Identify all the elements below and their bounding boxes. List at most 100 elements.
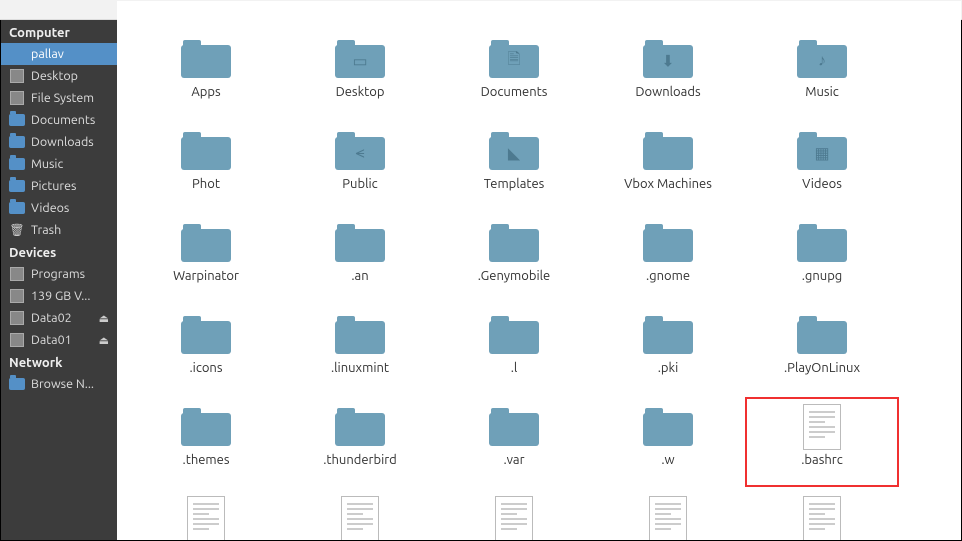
file-item[interactable]: .bashrc (745, 397, 899, 487)
item-label: .linuxmint (331, 361, 389, 375)
folder-item[interactable]: Vbox Machines (591, 121, 745, 211)
folder-item[interactable]: .gnome (591, 213, 745, 303)
file-item[interactable]: .lesshst (591, 489, 745, 540)
item-label: .bashrc (801, 453, 843, 467)
folder-item[interactable]: ◣Templates (437, 121, 591, 211)
item-label: .an (351, 269, 368, 283)
sidebar-item-downloads[interactable]: Downloads (1, 131, 117, 153)
file-item[interactable]: .gtkrc-2.0 (283, 489, 437, 540)
folder-item[interactable]: .var (437, 397, 591, 487)
folder-item[interactable]: .icons (129, 305, 283, 395)
item-label: Phot (192, 177, 220, 191)
sidebar-item-browse-n-[interactable]: Browse N... (1, 373, 117, 395)
folder-item[interactable]: ▦Videos (745, 121, 899, 211)
folder-item[interactable]: Apps (129, 29, 283, 119)
file-icon (488, 497, 540, 540)
sidebar-item-label: pallav (31, 47, 64, 61)
folder-item[interactable]: .PlayOnLinux (745, 305, 899, 395)
folder-item[interactable]: ⪪Public (283, 121, 437, 211)
sidebar-item-programs[interactable]: Programs (1, 263, 117, 285)
eject-icon[interactable]: ⏏ (99, 312, 109, 325)
sidebar-item-label: Trash (31, 223, 61, 237)
folder-icon (9, 135, 25, 149)
folder-item[interactable]: .pki (591, 305, 745, 395)
file-icon (642, 497, 694, 540)
item-label: .gnome (646, 269, 690, 283)
folder-icon (180, 129, 232, 173)
trash-icon: 🗑 (9, 223, 25, 237)
folder-icon (334, 405, 386, 449)
folder-icon (642, 405, 694, 449)
file-icon (180, 497, 232, 540)
item-label: .PlayOnLinux (784, 361, 860, 375)
sidebar: ComputerpallavDesktopFile SystemDocument… (1, 1, 117, 540)
sidebar-item-label: Desktop (31, 69, 78, 83)
item-label: Documents (481, 85, 548, 99)
sidebar-item-trash[interactable]: 🗑 Trash (1, 219, 117, 241)
sidebar-section-header: Devices (1, 241, 117, 263)
item-label: Apps (191, 85, 220, 99)
folder-item[interactable]: .w (591, 397, 745, 487)
folder-item[interactable]: .thunderbird (283, 397, 437, 487)
sidebar-item-videos[interactable]: Videos (1, 197, 117, 219)
sidebar-item-label: Browse N... (31, 377, 94, 391)
folder-item[interactable]: .themes (129, 397, 283, 487)
file-item[interactable]: .dmrc (129, 489, 283, 540)
disk-icon (9, 69, 25, 83)
file-item[interactable]: .gtkrc-xfce (437, 489, 591, 540)
sidebar-item-label: Programs (31, 267, 85, 281)
item-label: .w (661, 453, 674, 467)
sidebar-item-label: Downloads (31, 135, 94, 149)
sidebar-section-header: Network (1, 351, 117, 373)
folder-icon (796, 313, 848, 357)
eject-icon[interactable]: ⏏ (99, 334, 109, 347)
folder-item[interactable]: .Genymobile (437, 213, 591, 303)
item-label: .themes (183, 453, 230, 467)
folder-icon: ▦ (796, 129, 848, 173)
sidebar-item-pallav[interactable]: pallav (1, 43, 117, 65)
folder-item[interactable]: .an (283, 213, 437, 303)
folder-item[interactable]: ⬇Downloads (591, 29, 745, 119)
item-label: .pki (658, 361, 679, 375)
sidebar-item-desktop[interactable]: Desktop (1, 65, 117, 87)
item-label: .thunderbird (323, 453, 397, 467)
folder-icon: 🗎 (488, 37, 540, 81)
sidebar-item-label: Videos (31, 201, 69, 215)
sidebar-item-label: Documents (31, 113, 95, 127)
sidebar-item-documents[interactable]: Documents (1, 109, 117, 131)
item-label: Public (342, 177, 377, 191)
folder-icon (488, 221, 540, 265)
sidebar-item-data01[interactable]: Data01 ⏏ (1, 329, 117, 351)
item-label: .var (503, 453, 524, 467)
item-label: Warpinator (173, 269, 239, 283)
sidebar-item-pictures[interactable]: Pictures (1, 175, 117, 197)
folder-item[interactable]: .linuxmint (283, 305, 437, 395)
sidebar-item-label: Data01 (31, 333, 72, 347)
folder-item[interactable]: Phot (129, 121, 283, 211)
file-icon (334, 497, 386, 540)
folder-icon: ⬇ (642, 37, 694, 81)
folder-icon (180, 37, 232, 81)
folder-item[interactable]: ▭Desktop (283, 29, 437, 119)
sidebar-item-139-gb-v-[interactable]: 139 GB V... (1, 285, 117, 307)
file-manager: ComputerpallavDesktopFile SystemDocument… (1, 1, 961, 540)
folder-icon (334, 313, 386, 357)
home-folder-icon (9, 47, 25, 61)
sidebar-item-file-system[interactable]: File System (1, 87, 117, 109)
item-label: Vbox Machines (624, 177, 712, 191)
sidebar-item-label: Data02 (31, 311, 72, 325)
folder-item[interactable]: 🗎 Documents (437, 29, 591, 119)
sidebar-item-music[interactable]: Music (1, 153, 117, 175)
sidebar-item-label: Pictures (31, 179, 76, 193)
folder-item[interactable]: Warpinator (129, 213, 283, 303)
folder-icon (180, 221, 232, 265)
file-item[interactable]: .linss (745, 489, 899, 540)
sidebar-item-data02[interactable]: Data02 ⏏ (1, 307, 117, 329)
item-label: Templates (484, 177, 545, 191)
folder-item[interactable]: .gnupg (745, 213, 899, 303)
disk-icon (9, 267, 25, 281)
folder-item[interactable]: .l (437, 305, 591, 395)
folder-icon (796, 221, 848, 265)
file-icon (796, 497, 848, 540)
folder-item[interactable]: ♪Music (745, 29, 899, 119)
